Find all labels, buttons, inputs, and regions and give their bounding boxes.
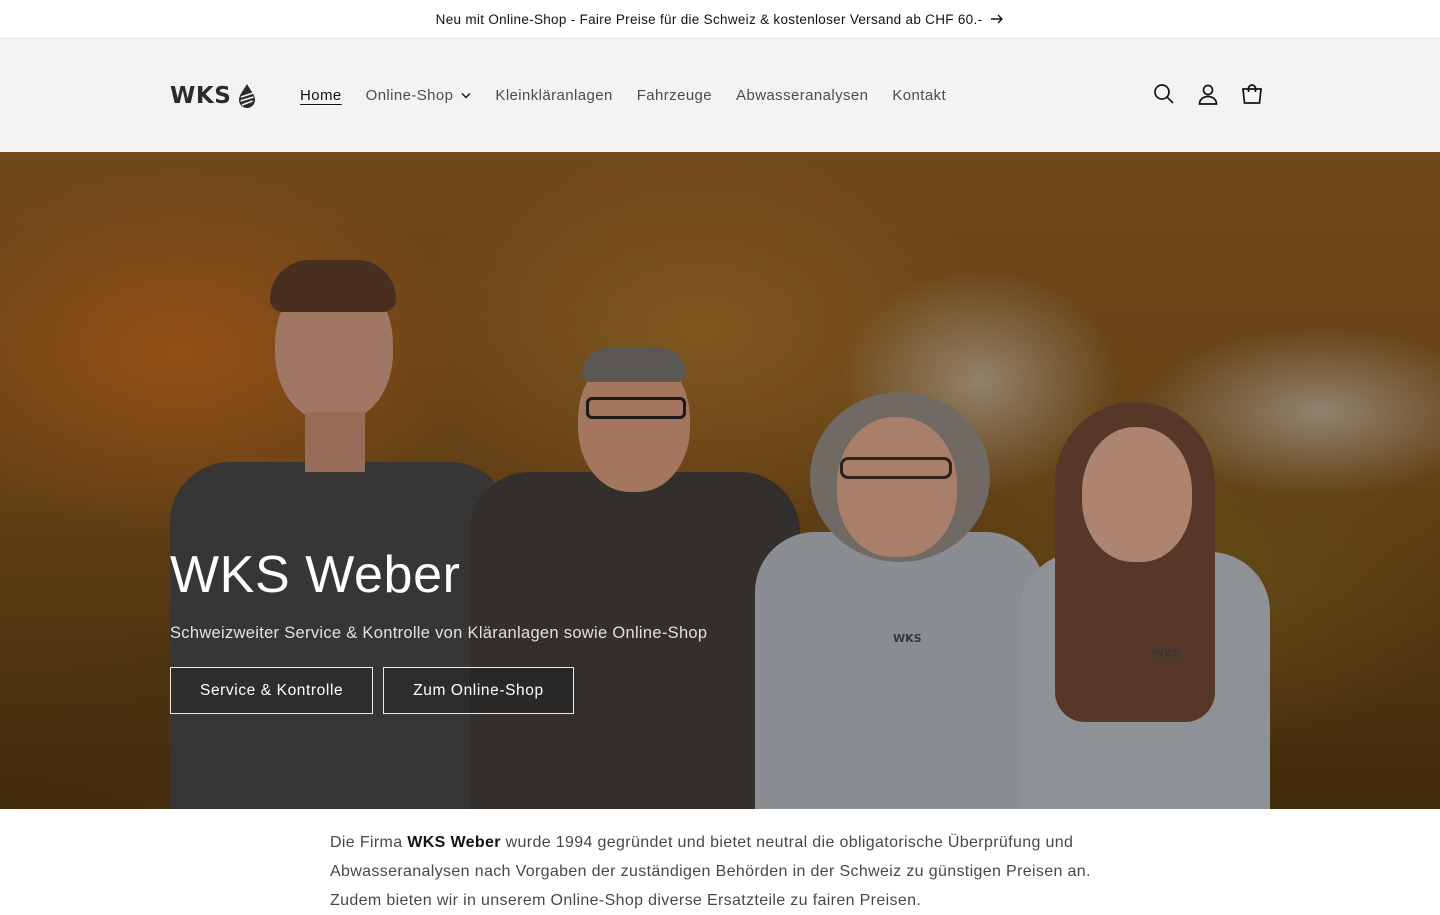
online-shop-button[interactable]: Zum Online-Shop [383,667,574,715]
intro-company: WKS Weber [407,834,501,851]
site-header: WKS Home Online-Shop Kleinkläranlagen Fa… [0,39,1440,152]
water-drop-icon [239,84,256,108]
announcement-text: Neu mit Online-Shop - Faire Preise für d… [435,11,983,27]
hero-title: WKS Weber [170,546,461,604]
nav-online-shop-label: Online-Shop [365,86,454,104]
cart-button[interactable] [1230,72,1274,116]
hero-subtitle: Schweizweiter Service & Kontrolle von Kl… [170,624,708,643]
nav-kontakt[interactable]: Kontakt [880,87,958,104]
service-kontrolle-button[interactable]: Service & Kontrolle [170,667,374,715]
header-icons [1142,72,1274,116]
arrow-right-icon [991,14,1004,24]
chevron-down-icon [461,92,471,98]
main-nav: Home Online-Shop Kleinkläranlagen Fahrze… [288,83,958,107]
hero-banner: WKS WKS WKS Weber Schweizweiter Service … [0,152,1440,809]
announcement-link[interactable]: Neu mit Online-Shop - Faire Preise für d… [436,12,1005,27]
hero-buttons: Service & Kontrolle Zum Online-Shop [170,667,707,715]
search-icon [1154,84,1174,104]
intro-prefix: Die Firma [330,834,408,851]
account-button[interactable] [1186,72,1230,116]
intro-text: Die Firma WKS Weber wurde 1994 gegründet… [330,828,1130,915]
intro-line3: Zudem bieten wir in unserem Online-Shop … [330,892,922,909]
search-button[interactable] [1142,72,1186,116]
cart-icon [1242,84,1262,104]
nav-kleinklaeranlagen[interactable]: Kleinkläranlagen [483,87,624,104]
logo[interactable]: WKS [170,83,257,109]
nav-abwasseranalysen[interactable]: Abwasseranalysen [724,87,880,104]
hero-content: WKS Weber Schweizweiter Service & Kontro… [170,546,708,715]
nav-fahrzeuge[interactable]: Fahrzeuge [625,87,724,104]
announcement-bar: Neu mit Online-Shop - Faire Preise für d… [0,0,1440,39]
account-icon [1198,84,1218,105]
nav-home[interactable]: Home [288,87,354,104]
logo-text: WKS [170,82,232,109]
nav-online-shop[interactable]: Online-Shop [354,87,484,104]
